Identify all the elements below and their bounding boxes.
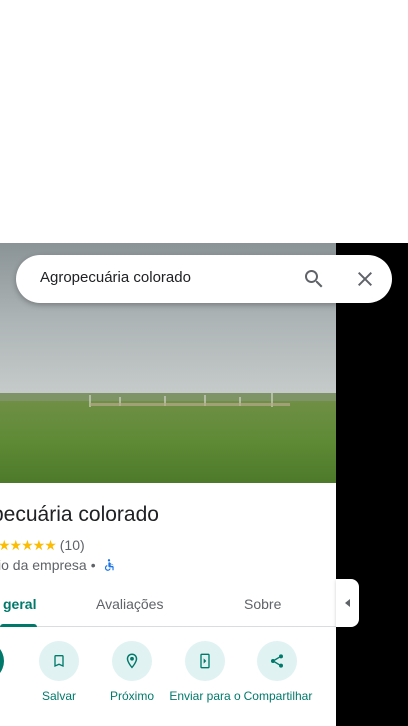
wheelchair-icon <box>104 559 114 571</box>
directions-label: s <box>0 689 4 703</box>
search-input[interactable]: Agropecuária colorado <box>40 269 191 286</box>
nearby-label: Próximo <box>109 689 154 703</box>
rating-stars: ★★★★★ <box>0 536 57 553</box>
share-label: Compartilhar <box>243 689 313 703</box>
share-icon <box>271 654 283 668</box>
share-button[interactable]: Compartilhar <box>241 641 313 726</box>
category-row: io da empresa • <box>0 556 116 574</box>
save-button[interactable]: Salvar <box>23 641 95 726</box>
tab-overview[interactable]: geral <box>3 596 36 612</box>
tab-selected-indicator <box>0 624 37 627</box>
send-icon-circle <box>185 641 225 681</box>
save-label: Salvar <box>41 689 76 703</box>
search-box[interactable]: Agropecuária colorado <box>16 255 392 303</box>
map-canvas[interactable] <box>336 243 408 726</box>
directions-icon <box>0 641 4 681</box>
place-panel: pecuária colorado ★★★★★ (10) io da empre… <box>0 243 336 726</box>
collapse-panel-button[interactable] <box>336 579 359 627</box>
review-count[interactable]: (10) <box>60 537 85 553</box>
tab-reviews[interactable]: Avaliações <box>96 596 163 612</box>
nearby-icon <box>126 653 138 669</box>
tab-bar: geral Avaliações Sobre <box>0 587 336 627</box>
directions-button[interactable]: s <box>0 641 20 726</box>
rating-row[interactable]: ★★★★★ (10) <box>0 536 85 554</box>
place-title: pecuária colorado <box>0 503 159 526</box>
close-icon[interactable] <box>353 267 377 291</box>
nearby-button[interactable]: Próximo <box>96 641 168 726</box>
share-icon-circle <box>257 641 297 681</box>
bookmark-icon <box>54 655 64 667</box>
map-viewport: pecuária colorado ★★★★★ (10) io da empre… <box>0 0 408 726</box>
send-label: Enviar para o <box>169 689 241 703</box>
send-to-phone-button[interactable]: Enviar para o <box>169 641 241 726</box>
nearby-icon-circle <box>112 641 152 681</box>
place-category[interactable]: io da empresa <box>0 557 87 573</box>
save-icon-circle <box>39 641 79 681</box>
tab-about[interactable]: Sobre <box>244 596 281 612</box>
separator-dot: • <box>90 557 96 573</box>
search-icon[interactable] <box>302 267 326 291</box>
send-to-phone-icon <box>200 653 210 669</box>
caret-left-icon <box>344 599 350 607</box>
